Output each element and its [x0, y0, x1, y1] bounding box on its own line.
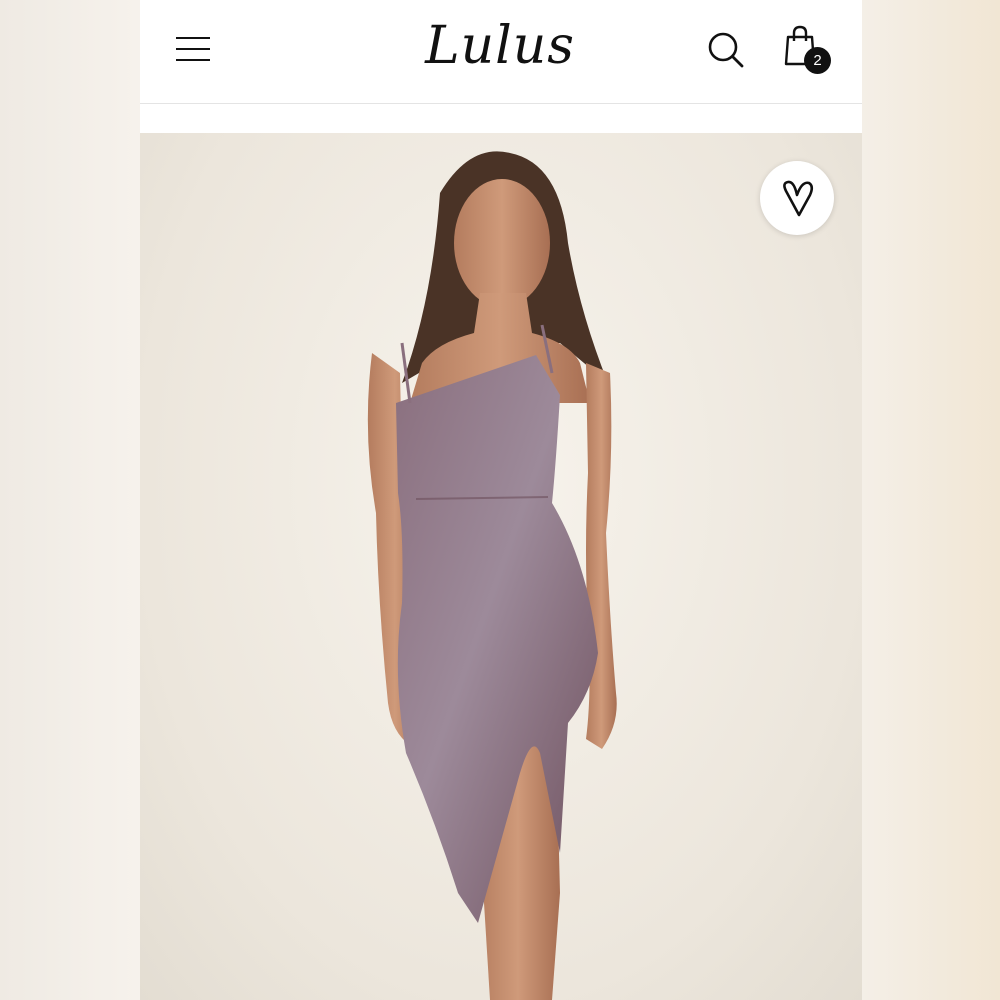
wishlist-button[interactable]	[760, 161, 834, 235]
product-image[interactable]	[140, 133, 862, 1000]
logo: Lulus	[425, 16, 575, 76]
menu-button[interactable]	[176, 35, 212, 63]
cart-count-badge: 2	[804, 47, 831, 74]
cart-button[interactable]: 2	[784, 24, 834, 74]
mobile-page: Lulus 2	[140, 0, 862, 1000]
product-photo	[367, 151, 617, 1000]
hamburger-line	[176, 48, 210, 50]
search-button[interactable]	[706, 30, 746, 70]
logo-link[interactable]: Lulus	[380, 6, 620, 86]
heart-icon	[783, 180, 814, 217]
search-icon	[708, 32, 744, 68]
hamburger-menu-icon	[176, 37, 210, 39]
site-header: Lulus 2	[140, 0, 862, 104]
hamburger-line	[176, 59, 210, 61]
